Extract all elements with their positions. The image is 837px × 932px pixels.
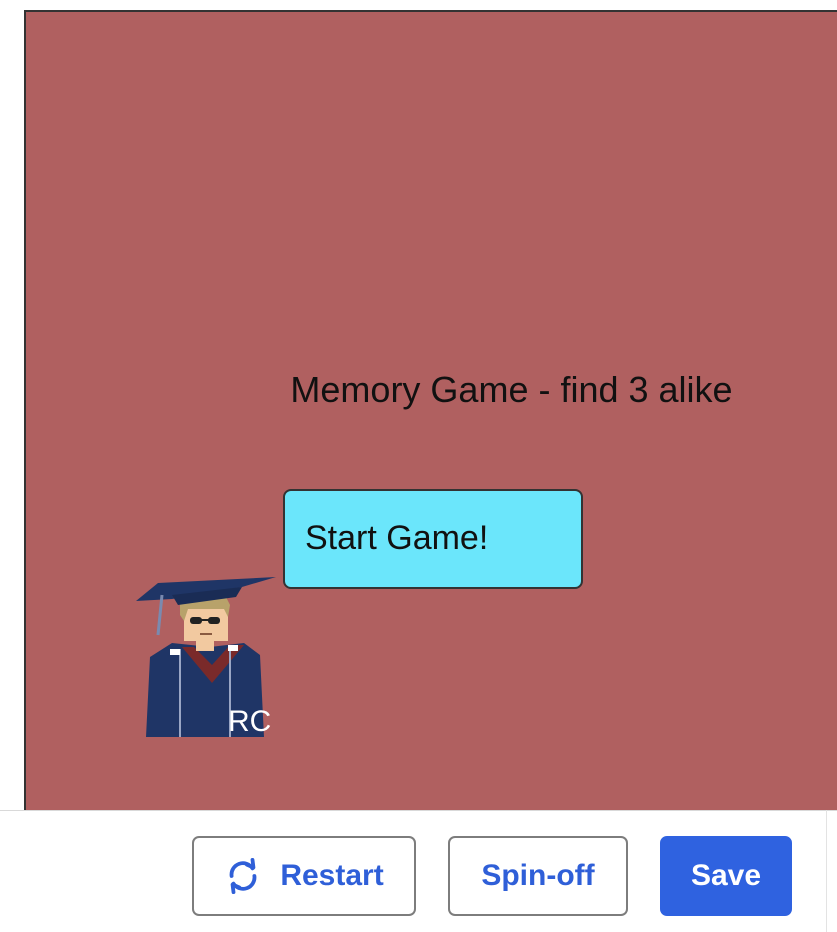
right-edge-divider	[826, 810, 827, 932]
graduate-avatar-icon: RC	[136, 577, 276, 738]
restart-button[interactable]: Restart	[192, 836, 416, 916]
avatar-initials: RC	[228, 705, 271, 738]
spin-off-label: Spin-off	[481, 859, 595, 892]
spin-off-button[interactable]: Spin-off	[448, 836, 628, 916]
save-button[interactable]: Save	[660, 836, 792, 916]
game-title: Memory Game - find 3 alike	[290, 369, 733, 410]
save-label: Save	[690, 859, 762, 892]
start-game-button[interactable]: Start Game!	[283, 489, 583, 589]
game-canvas[interactable]: Memory Game - find 3 alike Start Game! R…	[24, 10, 837, 810]
left-panel-edge	[0, 0, 24, 810]
refresh-icon	[230, 857, 257, 895]
toolbar-divider	[0, 810, 837, 811]
restart-label: Restart	[280, 859, 384, 892]
